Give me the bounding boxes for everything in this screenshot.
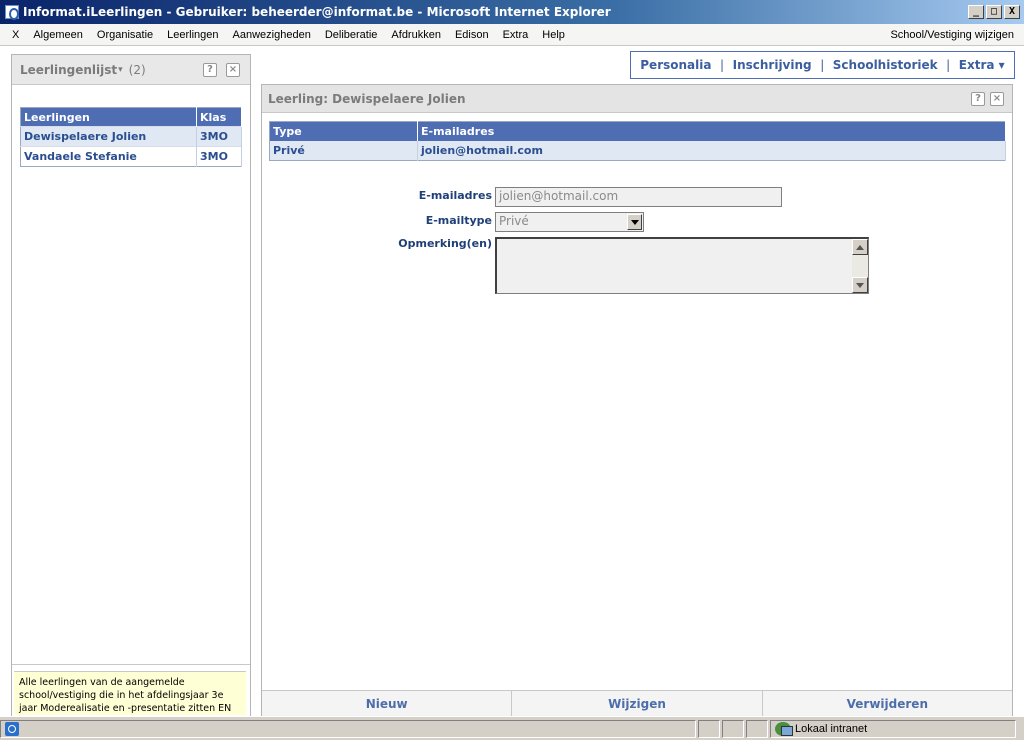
school-switch-link[interactable]: School/Vestiging wijzigen bbox=[890, 29, 1014, 41]
intranet-icon bbox=[775, 721, 793, 736]
menu-item-help[interactable]: Help bbox=[535, 29, 572, 41]
help-icon[interactable]: ? bbox=[203, 62, 217, 77]
help-icon[interactable]: ? bbox=[971, 91, 985, 106]
textarea-scrollbar[interactable] bbox=[852, 239, 868, 293]
email-field[interactable]: jolien@hotmail.com bbox=[495, 187, 782, 207]
tab-personalia[interactable]: Personalia bbox=[640, 58, 711, 72]
menu-item-leerlingen[interactable]: Leerlingen bbox=[160, 29, 225, 41]
email-address-cell[interactable]: jolien@hotmail.com bbox=[417, 140, 1006, 161]
new-button[interactable]: Nieuw bbox=[262, 691, 513, 717]
close-window-button[interactable]: X bbox=[1004, 5, 1020, 19]
delete-button[interactable]: Verwijderen bbox=[763, 691, 1012, 717]
nav-separator: | bbox=[946, 58, 951, 72]
email-type-value: Privé bbox=[499, 214, 529, 228]
chevron-down-icon[interactable]: ▾ bbox=[118, 65, 123, 75]
edit-button[interactable]: Wijzigen bbox=[512, 691, 763, 717]
menu-item-aanwezigheden[interactable]: Aanwezigheden bbox=[226, 29, 318, 41]
column-header-klas[interactable]: Klas bbox=[196, 107, 242, 127]
status-pane bbox=[698, 719, 720, 738]
scroll-up-icon[interactable] bbox=[852, 239, 868, 255]
remark-label: Opmerking(en) bbox=[398, 237, 492, 250]
filter-description-note: Alle leerlingen van de aangemelde school… bbox=[14, 671, 246, 715]
table-header-row: Leerlingen Klas bbox=[20, 107, 242, 127]
window-title: Informat.iLeerlingen - Gebruiker: beheer… bbox=[23, 5, 611, 19]
maximize-button[interactable]: □ bbox=[986, 5, 1002, 19]
student-detail-title: Leerling: Dewispelaere Jolien bbox=[268, 91, 466, 106]
table-row[interactable]: Vandaele Stefanie 3MO bbox=[20, 146, 242, 167]
email-table: Type E-mailadres Privé jolien@hotmail.co… bbox=[269, 121, 1006, 161]
menu-item-close[interactable]: X bbox=[0, 29, 26, 41]
security-zone-pane: Lokaal intranet bbox=[770, 719, 1016, 738]
email-label: E-mailadres bbox=[418, 189, 492, 202]
divider bbox=[12, 664, 250, 665]
chevron-down-icon[interactable] bbox=[627, 214, 642, 230]
tab-schoolhistoriek[interactable]: Schoolhistoriek bbox=[833, 58, 938, 72]
menu-item-organisatie[interactable]: Organisatie bbox=[90, 29, 160, 41]
student-detail-header: Leerling: Dewispelaere Jolien ? × bbox=[262, 85, 1012, 113]
column-header-emailadres[interactable]: E-mailadres bbox=[417, 121, 1006, 141]
action-bar: Nieuw Wijzigen Verwijderen bbox=[262, 690, 1012, 717]
student-name[interactable]: Vandaele Stefanie bbox=[20, 146, 197, 167]
window-controls: _ □ X bbox=[968, 5, 1020, 19]
zone-label: Lokaal intranet bbox=[795, 722, 868, 735]
ie-app-icon bbox=[5, 5, 19, 20]
window-title-bar: Informat.iLeerlingen - Gebruiker: beheer… bbox=[0, 0, 1024, 24]
nav-separator: | bbox=[820, 58, 825, 72]
menu-item-afdrukken[interactable]: Afdrukken bbox=[384, 29, 448, 41]
minimize-button[interactable]: _ bbox=[968, 5, 984, 19]
menu-item-extra[interactable]: Extra bbox=[496, 29, 536, 41]
status-bar: Lokaal intranet bbox=[0, 716, 1024, 740]
tab-extra[interactable]: Extra ▾ bbox=[959, 58, 1005, 72]
main-content: Leerlingenlijst ▾ (2) ? × Leerlingen Kla… bbox=[0, 46, 1024, 718]
close-icon[interactable]: × bbox=[226, 62, 240, 77]
column-header-leerlingen[interactable]: Leerlingen bbox=[20, 107, 197, 127]
student-tabs-nav: Personalia | Inschrijving | Schoolhistor… bbox=[630, 51, 1015, 79]
status-pane bbox=[722, 719, 744, 738]
menu-item-edison[interactable]: Edison bbox=[448, 29, 496, 41]
email-type-label: E-mailtype bbox=[425, 214, 492, 227]
student-name[interactable]: Dewispelaere Jolien bbox=[20, 126, 197, 147]
remark-textarea[interactable] bbox=[495, 237, 869, 294]
student-list-title[interactable]: Leerlingenlijst bbox=[20, 63, 117, 77]
scroll-down-icon[interactable] bbox=[852, 277, 868, 293]
page-icon bbox=[5, 721, 19, 736]
table-header-row: Type E-mailadres bbox=[269, 121, 1006, 141]
student-list-header: Leerlingenlijst ▾ (2) ? × bbox=[12, 55, 250, 85]
student-list-panel: Leerlingenlijst ▾ (2) ? × Leerlingen Kla… bbox=[11, 54, 251, 718]
table-row[interactable]: Dewispelaere Jolien 3MO bbox=[20, 126, 242, 147]
table-row[interactable]: Privé jolien@hotmail.com bbox=[269, 140, 1006, 161]
menu-item-algemeen[interactable]: Algemeen bbox=[26, 29, 90, 41]
email-type-select[interactable]: Privé bbox=[495, 212, 644, 232]
student-count: (2) bbox=[128, 62, 146, 77]
student-table: Leerlingen Klas Dewispelaere Jolien 3MO … bbox=[20, 107, 242, 167]
column-header-type[interactable]: Type bbox=[269, 121, 418, 141]
nav-separator: | bbox=[720, 58, 725, 72]
student-class[interactable]: 3MO bbox=[196, 126, 242, 147]
status-main-pane bbox=[0, 719, 696, 738]
menu-item-deliberatie[interactable]: Deliberatie bbox=[318, 29, 385, 41]
status-pane bbox=[746, 719, 768, 738]
email-type-cell[interactable]: Privé bbox=[269, 140, 418, 161]
student-detail-panel: Leerling: Dewispelaere Jolien ? × Type E… bbox=[261, 84, 1013, 718]
close-icon[interactable]: × bbox=[990, 91, 1004, 106]
tab-inschrijving[interactable]: Inschrijving bbox=[733, 58, 812, 72]
student-class[interactable]: 3MO bbox=[196, 146, 242, 167]
menu-bar: X Algemeen Organisatie Leerlingen Aanwez… bbox=[0, 24, 1024, 46]
